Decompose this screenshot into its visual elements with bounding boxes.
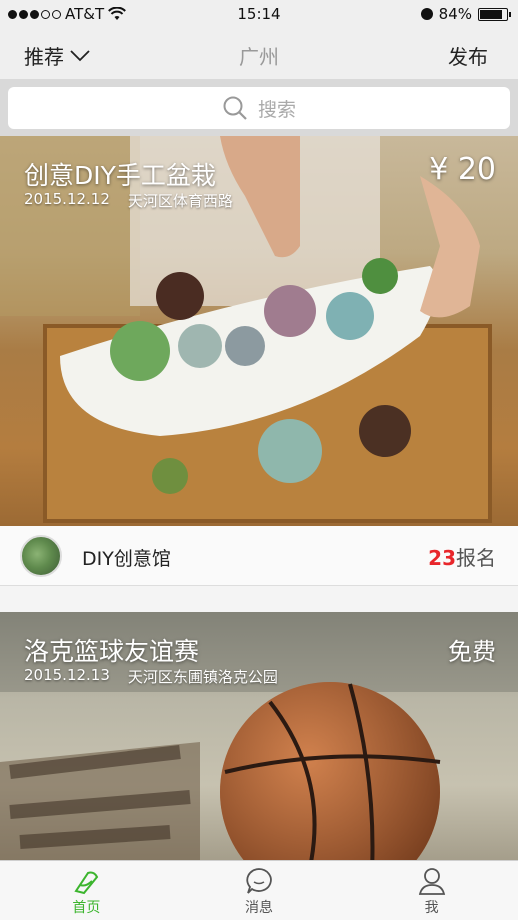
battery-percent: 84% bbox=[438, 5, 472, 23]
signup-number: 23 bbox=[428, 546, 456, 570]
tab-me[interactable]: 我 bbox=[345, 861, 518, 920]
alarm-icon bbox=[420, 8, 433, 20]
event-date: 2015.12.13 bbox=[24, 666, 110, 684]
recommend-label: 推荐 bbox=[24, 45, 64, 69]
chevron-down-icon bbox=[70, 49, 90, 61]
tab-bar: 首页 消息 我 bbox=[0, 860, 518, 920]
recommend-dropdown[interactable]: 推荐 bbox=[24, 41, 90, 70]
tab-messages[interactable]: 消息 bbox=[173, 861, 346, 920]
event-price: 免费 bbox=[448, 638, 496, 666]
search-input[interactable]: 搜索 bbox=[8, 87, 510, 129]
event-title: 创意DIY手工盆栽 bbox=[24, 161, 216, 190]
event-location: 天河区体育西路 bbox=[127, 192, 233, 210]
battery-icon bbox=[478, 7, 511, 21]
tab-home[interactable]: 首页 bbox=[0, 861, 173, 920]
event-price: ¥ 20 bbox=[429, 152, 496, 187]
event-title: 洛克篮球友谊赛 bbox=[24, 637, 200, 666]
screen: AT&T 15:14 84% 推荐 广州 发布 搜索 创意DIY手工盆栽 201… bbox=[0, 0, 518, 920]
profile-icon bbox=[418, 868, 445, 895]
event-card-footer[interactable]: DIY创意馆 23报名 bbox=[0, 526, 518, 586]
nav-bar: 推荐 广州 发布 bbox=[0, 28, 518, 80]
status-right: 84% bbox=[420, 5, 511, 23]
event-card-image[interactable]: 创意DIY手工盆栽 2015.12.12 天河区体育西路 ¥ 20 bbox=[0, 136, 518, 526]
status-bar: AT&T 15:14 84% bbox=[0, 0, 518, 28]
event-card-image[interactable]: 洛克篮球友谊赛 2015.12.13 天河区东圃镇洛克公园 免费 bbox=[0, 612, 518, 860]
publish-button[interactable]: 发布 bbox=[448, 41, 488, 70]
organizer-name[interactable]: DIY创意馆 bbox=[82, 544, 171, 571]
event-meta: 2015.12.12 天河区体育西路 bbox=[24, 190, 233, 211]
search-placeholder: 搜索 bbox=[257, 98, 296, 121]
event-location: 天河区东圃镇洛克公园 bbox=[127, 668, 278, 686]
home-icon bbox=[74, 871, 99, 895]
tab-label: 消息 bbox=[245, 900, 273, 916]
search-icon bbox=[223, 96, 247, 120]
signup-label: 报名 bbox=[456, 546, 496, 570]
city-selector[interactable]: 广州 bbox=[239, 45, 279, 69]
tab-label: 我 bbox=[424, 900, 439, 916]
event-date: 2015.12.12 bbox=[24, 190, 110, 208]
event-meta: 2015.12.13 天河区东圃镇洛克公园 bbox=[24, 666, 278, 687]
message-icon bbox=[246, 868, 272, 894]
organizer-avatar[interactable] bbox=[20, 535, 62, 577]
signup-count: 23报名 bbox=[428, 542, 496, 571]
tab-label: 首页 bbox=[72, 900, 101, 916]
search-bar: 搜索 bbox=[0, 80, 518, 136]
